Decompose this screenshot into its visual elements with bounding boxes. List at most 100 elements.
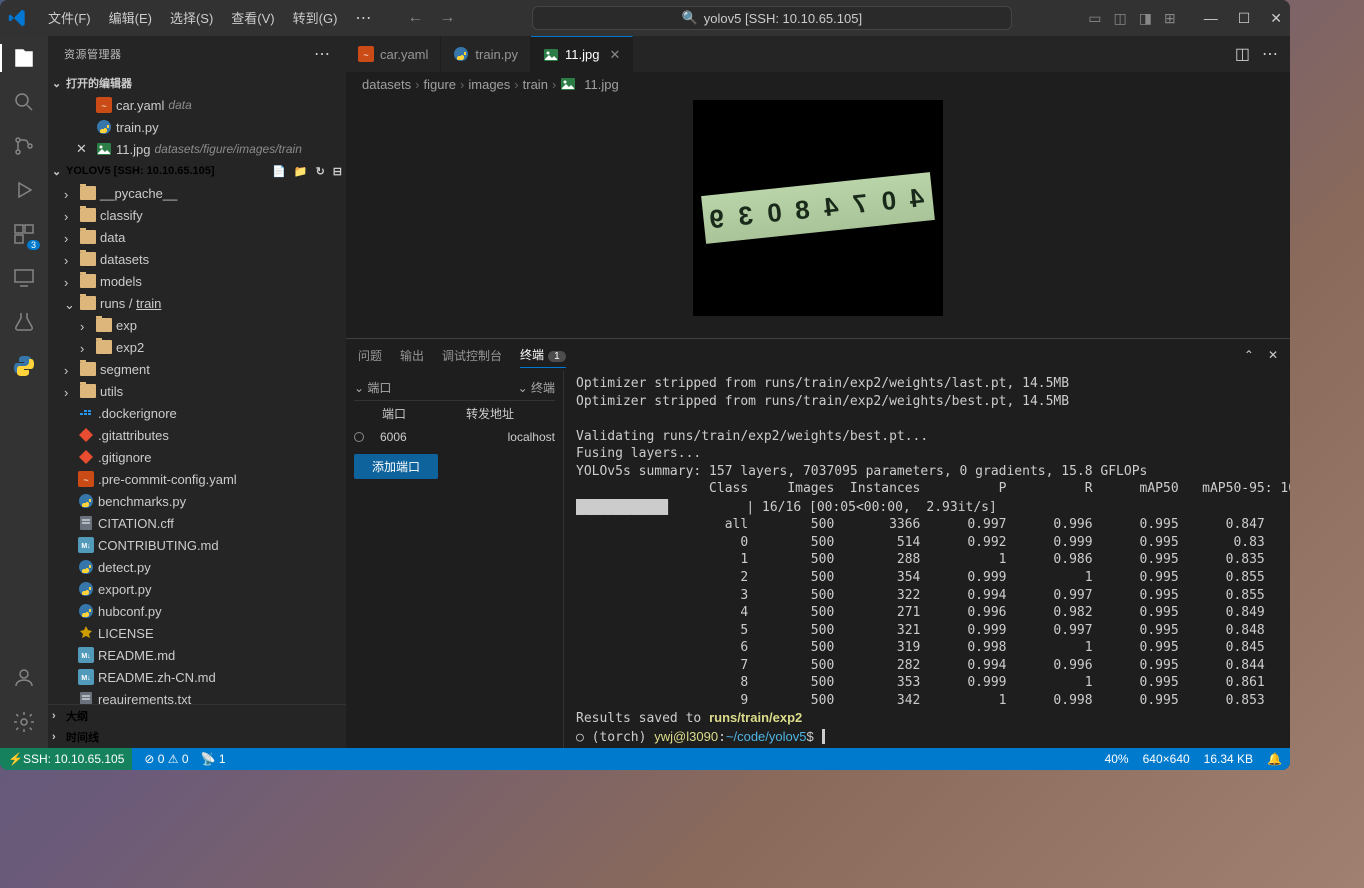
tree-folder[interactable]: ⌄runs / train — [48, 292, 346, 314]
ab-scm-icon[interactable] — [10, 132, 38, 160]
layout-icon-1[interactable]: ▭ — [1088, 10, 1101, 27]
editor-tab[interactable]: 11.jpg✕ — [531, 36, 633, 72]
status-remote[interactable]: ⚡ SSH: 10.10.65.105 — [0, 748, 132, 770]
new-folder-icon[interactable]: 📁 — [294, 165, 308, 178]
ab-account-icon[interactable] — [10, 664, 38, 692]
ab-search-icon[interactable] — [10, 88, 38, 116]
editor-tab[interactable]: train.py — [441, 36, 531, 72]
tab-close-icon[interactable]: ✕ — [610, 47, 621, 63]
image-viewer[interactable]: 93084704 — [346, 96, 1290, 338]
collapse-icon[interactable]: ⊟ — [333, 165, 342, 178]
nav-forward[interactable]: → — [439, 9, 455, 27]
tree-folder[interactable]: ›__pycache__ — [48, 182, 346, 204]
close-icon[interactable]: ✕ — [76, 141, 92, 157]
tree-file[interactable]: benchmarks.py — [48, 490, 346, 512]
tree-folder[interactable]: ›exp2 — [48, 336, 346, 358]
panel-tab-terminal[interactable]: 终端1 — [520, 342, 566, 368]
tree-file[interactable]: M↓CONTRIBUTING.md — [48, 534, 346, 556]
file-tree[interactable]: ›__pycache__›classify›data›datasets›mode… — [48, 182, 346, 704]
outline-header[interactable]: › 大纲 — [48, 704, 346, 726]
tree-folder[interactable]: ›classify — [48, 204, 346, 226]
status-zoom[interactable]: 40% — [1105, 752, 1129, 766]
tree-folder[interactable]: ›data — [48, 226, 346, 248]
status-bell-icon[interactable]: 🔔 — [1267, 752, 1282, 766]
terminal[interactable]: Optimizer stripped from runs/train/exp2/… — [564, 371, 1290, 748]
ab-settings-icon[interactable] — [10, 708, 38, 736]
add-port-button[interactable]: 添加端口 — [354, 454, 438, 479]
sidebar-more-icon[interactable]: ⋯ — [314, 44, 330, 64]
status-ports[interactable]: 📡 1 — [201, 752, 226, 766]
breadcrumb-item[interactable]: train — [523, 77, 548, 92]
tree-file[interactable]: .gitattributes — [48, 424, 346, 446]
tree-folder[interactable]: ›utils — [48, 380, 346, 402]
timeline-header[interactable]: › 时间线 — [48, 726, 346, 748]
maximize-button[interactable]: ☐ — [1238, 10, 1251, 27]
tree-file[interactable]: ~.pre-commit-config.yaml — [48, 468, 346, 490]
layout-icon-3[interactable]: ◨ — [1139, 10, 1152, 27]
tree-file[interactable]: CITATION.cff — [48, 512, 346, 534]
ab-testing-icon[interactable] — [10, 308, 38, 336]
ab-explorer-icon[interactable] — [10, 44, 38, 72]
status-size[interactable]: 16.34 KB — [1204, 752, 1253, 766]
open-editors-header[interactable]: ⌄ 打开的编辑器 — [48, 72, 346, 94]
open-editor-item[interactable]: train.py — [48, 116, 346, 138]
menu-more[interactable]: ⋯ — [347, 4, 379, 32]
chevron-icon: › — [80, 319, 92, 331]
breadcrumb-item[interactable]: figure — [424, 77, 457, 92]
tree-file[interactable]: M↓README.zh-CN.md — [48, 666, 346, 688]
svg-text:~: ~ — [363, 50, 368, 60]
close-button[interactable]: ✕ — [1270, 10, 1282, 27]
panel-tab-problems[interactable]: 问题 — [358, 343, 382, 368]
nav-back[interactable]: ← — [407, 9, 423, 27]
tree-file[interactable]: hubconf.py — [48, 600, 346, 622]
menu-go[interactable]: 转到(G) — [285, 4, 346, 32]
panel-tab-debug[interactable]: 调试控制台 — [442, 343, 502, 368]
tree-folder[interactable]: ›segment — [48, 358, 346, 380]
sidebar: 资源管理器 ⋯ ⌄ 打开的编辑器 ~car.yaml datatrain.py✕… — [48, 36, 346, 748]
tree-file[interactable]: LICENSE — [48, 622, 346, 644]
ab-extensions-icon[interactable]: 3 — [10, 220, 38, 248]
menu-selection[interactable]: 选择(S) — [162, 4, 221, 32]
menu-edit[interactable]: 编辑(E) — [101, 4, 160, 32]
tree-file[interactable]: M↓README.md — [48, 644, 346, 666]
file-icon: ~ — [358, 46, 374, 62]
command-center[interactable]: 🔍 yolov5 [SSH: 10.10.65.105] — [532, 6, 1012, 30]
open-editor-item[interactable]: ✕11.jpg datasets/figure/images/train — [48, 138, 346, 160]
breadcrumb-item[interactable]: datasets — [362, 77, 411, 92]
new-file-icon[interactable]: 📄 — [272, 165, 286, 178]
tree-folder[interactable]: ›models — [48, 270, 346, 292]
layout-icon-2[interactable]: ◫ — [1114, 10, 1127, 27]
folder-header[interactable]: ⌄ YOLOV5 [SSH: 10.10.65.105] 📄 📁 ↻ ⊟ — [48, 160, 346, 182]
ports-col-header[interactable]: ⌄ 端口 — [354, 379, 391, 396]
tree-folder[interactable]: ›datasets — [48, 248, 346, 270]
tree-file[interactable]: .dockerignore — [48, 402, 346, 424]
breadcrumb-item[interactable]: 11.jpg — [584, 77, 618, 92]
tree-file[interactable]: export.py — [48, 578, 346, 600]
ab-remote-icon[interactable] — [10, 264, 38, 292]
breadcrumb[interactable]: datasets›figure›images›train›11.jpg — [346, 72, 1290, 96]
editor-tab[interactable]: ~car.yaml — [346, 36, 441, 72]
split-editor-icon[interactable]: ◫ — [1235, 44, 1250, 64]
port-row[interactable]: 6006 localhost — [354, 426, 555, 448]
panel-tab-output[interactable]: 输出 — [400, 343, 424, 368]
layout-icon-4[interactable]: ⊞ — [1164, 10, 1176, 27]
ab-debug-icon[interactable] — [10, 176, 38, 204]
file-icon — [78, 515, 94, 531]
menu-file[interactable]: 文件(F) — [40, 4, 99, 32]
panel-close-icon[interactable]: ✕ — [1268, 348, 1278, 362]
tabs-more-icon[interactable]: ⋯ — [1262, 44, 1278, 64]
terminal-col-header[interactable]: ⌄ 终端 — [518, 379, 555, 396]
status-dimensions[interactable]: 640×640 — [1143, 752, 1190, 766]
open-editor-item[interactable]: ~car.yaml data — [48, 94, 346, 116]
tree-file[interactable]: .gitignore — [48, 446, 346, 468]
menu-view[interactable]: 查看(V) — [223, 4, 282, 32]
panel-maximize-icon[interactable]: ⌃ — [1244, 348, 1254, 362]
breadcrumb-item[interactable]: images — [468, 77, 510, 92]
ab-python-icon[interactable] — [10, 352, 38, 380]
tree-file[interactable]: reauirements.txt — [48, 688, 346, 704]
tree-file[interactable]: detect.py — [48, 556, 346, 578]
minimize-button[interactable]: — — [1204, 10, 1218, 27]
refresh-icon[interactable]: ↻ — [316, 165, 325, 178]
tree-folder[interactable]: ›exp — [48, 314, 346, 336]
status-problems[interactable]: ⊘ 0 ⚠ 0 — [144, 752, 188, 766]
